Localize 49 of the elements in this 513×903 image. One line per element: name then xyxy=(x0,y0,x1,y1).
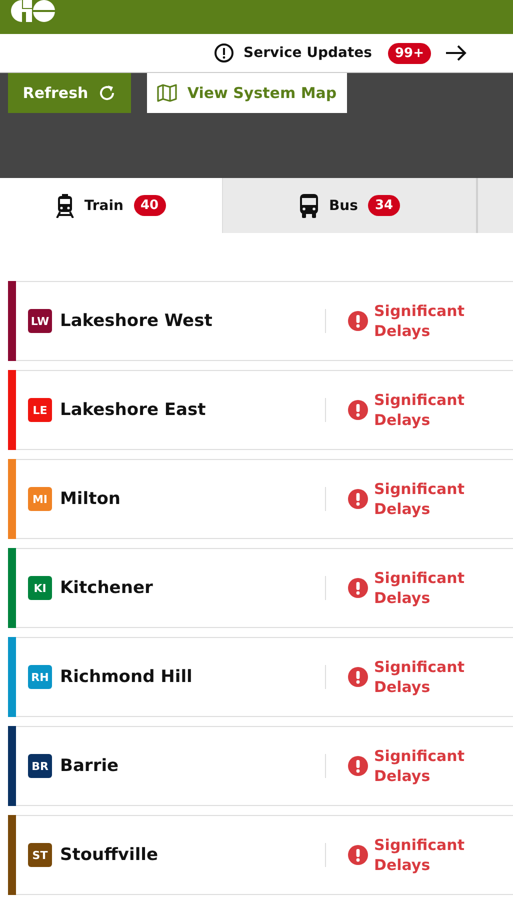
line-card[interactable]: RH Richmond Hill Significant Delays xyxy=(8,637,513,717)
logo-icon[interactable] xyxy=(11,0,55,22)
status-text: Significant Delays xyxy=(374,390,466,430)
status-text: Significant Delays xyxy=(374,568,466,608)
map-icon xyxy=(157,84,178,102)
alert-icon xyxy=(214,43,234,63)
line-name: Milton xyxy=(60,489,122,509)
status-text: Significant Delays xyxy=(374,657,466,697)
status-text: Significant Delays xyxy=(374,301,466,341)
line-card[interactable]: LE Lakeshore East Significant Delays xyxy=(8,370,513,450)
alert-icon xyxy=(348,667,368,687)
line-card[interactable]: MI Milton Significant Delays xyxy=(8,459,513,539)
line-name: Lakeshore West xyxy=(60,311,214,331)
refresh-button[interactable]: Refresh xyxy=(8,73,131,113)
line-name: Stouffville xyxy=(60,845,160,865)
refresh-icon xyxy=(98,84,116,102)
status-text: Significant Delays xyxy=(374,479,466,519)
status-text: Significant Delays xyxy=(374,746,466,786)
alert-icon xyxy=(348,400,368,420)
line-name: Lakeshore East xyxy=(60,400,207,420)
service-updates-link[interactable]: Service Updates xyxy=(244,45,372,61)
view-system-map-button[interactable]: View System Map xyxy=(147,73,347,113)
line-code-badge: ST xyxy=(28,843,52,867)
count-badge: 99+ xyxy=(388,42,431,64)
line-name: Richmond Hill xyxy=(60,667,194,687)
alert-icon xyxy=(348,845,368,865)
count-badge: 40 xyxy=(134,195,166,216)
line-card[interactable]: LW Lakeshore West Significant Delays xyxy=(8,281,513,361)
line-card[interactable]: ST Stouffville Significant Delays xyxy=(8,815,513,895)
alert-icon xyxy=(348,578,368,598)
count-badge: 34 xyxy=(368,195,400,216)
line-code-badge: LE xyxy=(28,398,52,422)
line-card[interactable]: KI Kitchener Significant Delays xyxy=(8,548,513,628)
line-code-badge: LW xyxy=(28,309,52,333)
alert-icon xyxy=(348,489,368,509)
status-text: Significant Delays xyxy=(374,835,466,875)
line-code-badge: BR xyxy=(28,754,52,778)
arrow-right-icon[interactable] xyxy=(445,45,467,61)
alert-icon xyxy=(348,311,368,331)
line-code-badge: MI xyxy=(28,487,52,511)
line-card[interactable]: BR Barrie Significant Delays xyxy=(8,726,513,806)
line-name: Kitchener xyxy=(60,578,154,598)
line-code-badge: RH xyxy=(28,665,52,689)
line-name: Barrie xyxy=(60,756,120,776)
bus-icon xyxy=(298,194,319,218)
train-icon xyxy=(56,194,74,218)
mode-tab[interactable]: Bus 34 xyxy=(222,178,478,233)
alert-icon xyxy=(348,756,368,776)
line-code-badge: KI xyxy=(28,576,52,600)
